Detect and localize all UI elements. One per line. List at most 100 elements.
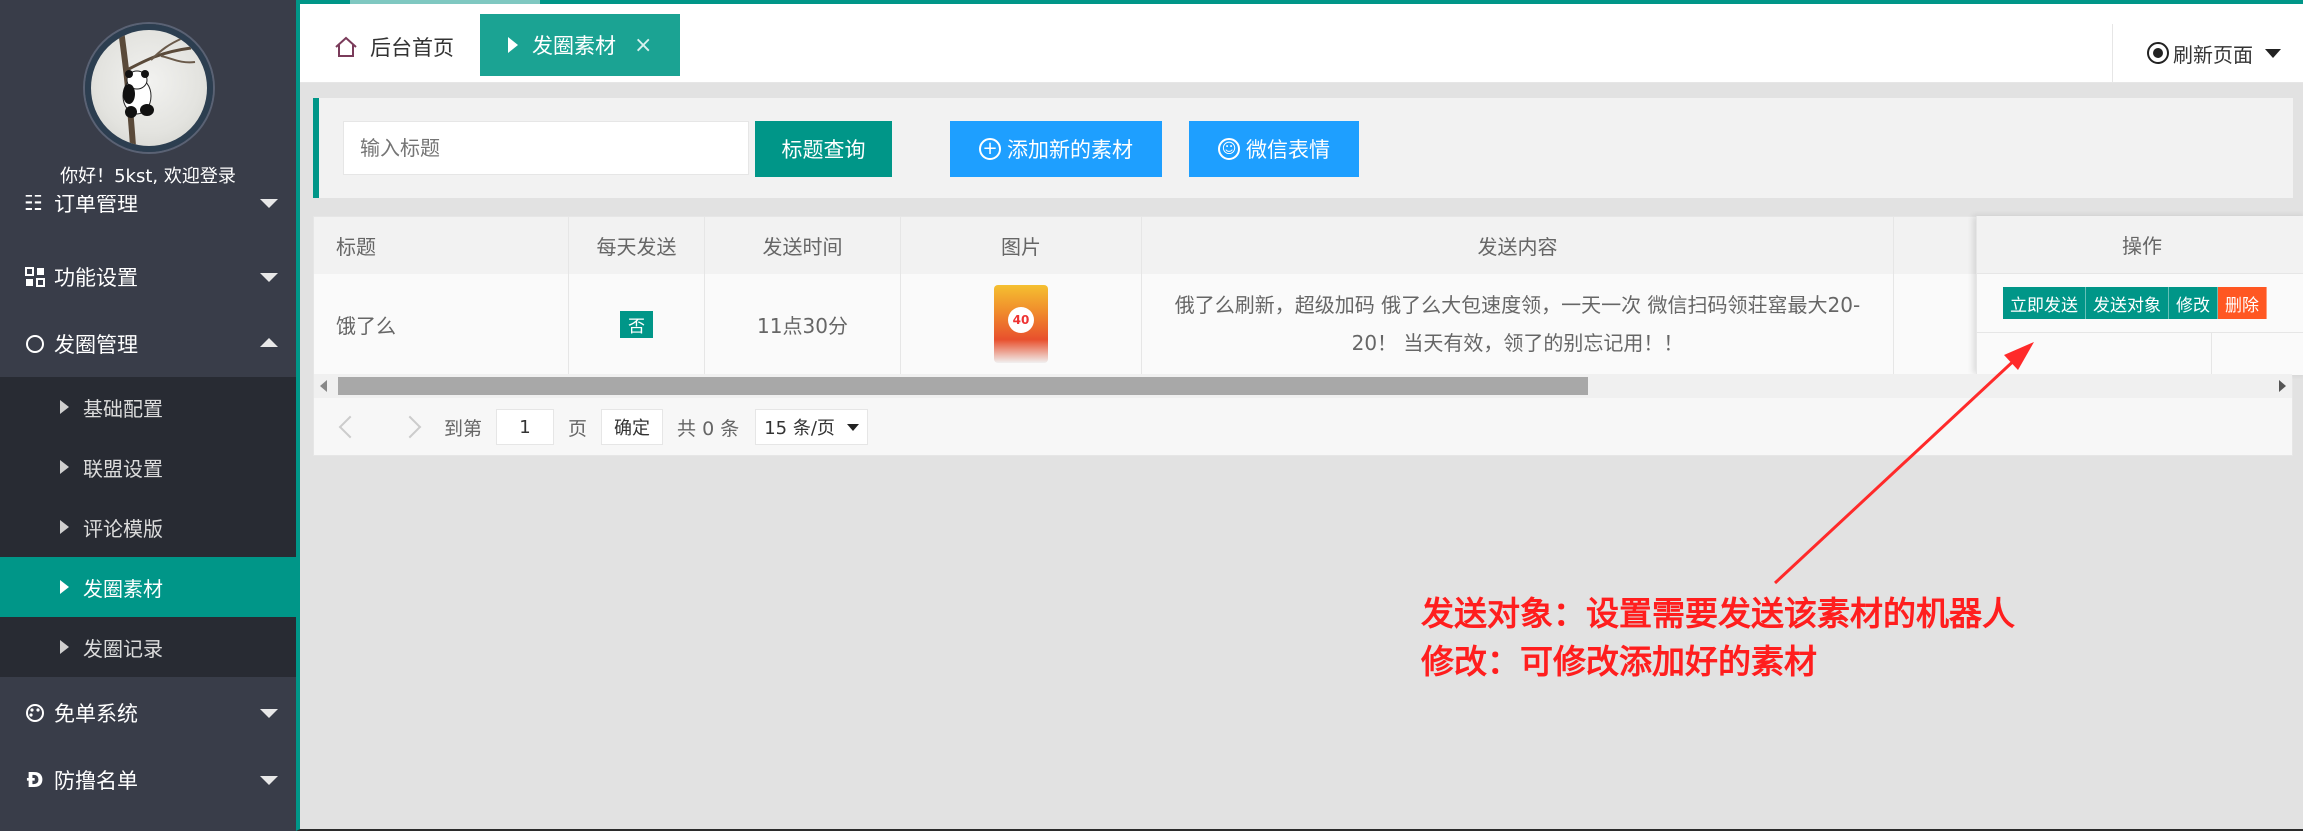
refresh-page-button[interactable]: 刷新页面: [2112, 24, 2303, 82]
wechat-emoji-label: 微信表情: [1246, 138, 1330, 162]
grid-icon: [24, 266, 46, 288]
sidebar-subitem-moments-material[interactable]: 发圈素材: [0, 557, 296, 617]
cell-time: 11点30分: [705, 274, 901, 374]
welcome-text: 你好！5kst, 欢迎登录: [60, 166, 236, 187]
circle-icon: [24, 333, 46, 355]
delete-button[interactable]: 删除: [2218, 287, 2267, 319]
chevron-down-icon: [260, 709, 278, 718]
tab-moments-material[interactable]: 发圈素材 ×: [480, 14, 680, 76]
cell-image: 40: [901, 274, 1142, 374]
sidebar-item-label: 订单管理: [54, 195, 138, 216]
sidebar-item-moments-management[interactable]: 发圈管理: [0, 310, 296, 377]
scrollbar-thumb[interactable]: [338, 377, 1588, 395]
add-material-button[interactable]: + 添加新的素材: [950, 121, 1162, 177]
sidebar-subitem-basic-config[interactable]: 基础配置: [0, 377, 296, 437]
caret-right-icon: [60, 580, 69, 594]
tab-home[interactable]: 后台首页: [334, 32, 454, 62]
smile-icon: ☺: [1218, 138, 1240, 160]
wechat-emoji-button[interactable]: ☺ 微信表情: [1189, 121, 1359, 177]
fixed-actions-column: 操作 立即发送 发送对象 修改 删除: [1976, 216, 2303, 375]
actions-cell-filler: [1977, 332, 2303, 375]
chevron-down-icon: [2265, 48, 2281, 58]
caret-right-icon: [60, 460, 69, 474]
prev-page-icon[interactable]: [338, 415, 362, 439]
caret-right-icon: [508, 37, 518, 53]
sidebar-subitem-label: 评论模版: [83, 516, 163, 541]
sidebar-submenu: 基础配置 联盟设置 评论模版 发圈素材 发圈记录: [0, 377, 296, 677]
chevron-down-icon: [260, 273, 278, 282]
sidebar: ☷ 订单管理 你好！5kst, 欢迎登录 功能设置 发圈管理 基础配置 联盟设置…: [0, 0, 296, 831]
page-confirm-button[interactable]: 确定: [601, 409, 664, 445]
horizontal-scrollbar[interactable]: [314, 374, 2292, 398]
add-material-label: 添加新的素材: [1007, 138, 1133, 162]
caret-right-icon: [60, 520, 69, 534]
actions-cell: 立即发送 发送对象 修改 删除: [1977, 274, 2303, 332]
col-header-title: 标题: [314, 217, 569, 274]
sidebar-item-label: 防撸名单: [54, 768, 138, 793]
sidebar-item-label: 发圈管理: [54, 332, 138, 357]
material-thumbnail[interactable]: 40: [994, 285, 1048, 363]
main-content: 后台首页 发圈素材 × 刷新页面 标题查询 + 添加新的素材 ☺ 微信表情 标题…: [296, 0, 2303, 831]
material-table: 标题 每天发送 发送时间 图片 发送内容 饿了么 否 11点30分 40 俄了么…: [313, 216, 2303, 456]
avatar[interactable]: [85, 24, 213, 152]
cell-daily: 否: [569, 274, 705, 374]
plus-circle-icon: +: [979, 138, 1001, 160]
chevron-up-icon: [260, 338, 278, 347]
sidebar-subitem-label: 发圈记录: [83, 636, 163, 661]
chevron-down-icon: [846, 423, 859, 431]
home-icon: [335, 36, 357, 57]
col-header-content: 发送内容: [1142, 217, 1894, 274]
total-count: 共 0 条: [677, 417, 740, 440]
scroll-right-icon[interactable]: [2279, 380, 2286, 392]
send-now-button[interactable]: 立即发送: [2003, 287, 2086, 319]
sidebar-subitem-label: 联盟设置: [83, 456, 163, 481]
tab-bar: 后台首页 发圈素材 × 刷新页面: [300, 4, 2303, 83]
col-header-image: 图片: [901, 217, 1142, 274]
edit-button[interactable]: 修改: [2169, 287, 2218, 319]
user-profile: 你好！5kst, 欢迎登录: [0, 0, 296, 195]
strikethrough-d-icon: Đ: [26, 767, 44, 792]
panda-tree-avatar-image: [118, 30, 196, 146]
sidebar-subitem-moments-records[interactable]: 发圈记录: [0, 617, 296, 677]
col-header-daily: 每天发送: [569, 217, 705, 274]
sidebar-subitem-label: 发圈素材: [83, 576, 163, 601]
status-badge: 否: [620, 310, 653, 338]
sidebar-subitem-label: 基础配置: [83, 396, 163, 421]
sidebar-subitem-comment-template[interactable]: 评论模版: [0, 497, 296, 557]
annotation-line-1: 发送对象：设置需要发送该素材的机器人: [1421, 594, 2015, 633]
tab-label: 发圈素材: [532, 34, 616, 58]
page-number-input[interactable]: [496, 409, 555, 445]
cell-content: 俄了么刷新，超级加码 俄了么大包速度领，一天一次 微信扫码领荘窰最大20-20！…: [1142, 274, 1894, 374]
col-header-time: 发送时间: [705, 217, 901, 274]
page-size-value: 15 条/页: [764, 418, 835, 439]
scroll-left-icon[interactable]: [320, 380, 327, 392]
cell-title: 饿了么: [314, 274, 569, 374]
col-header-actions: 操作: [1977, 216, 2303, 274]
list-icon: ☷: [24, 195, 43, 215]
chevron-down-icon: [260, 776, 278, 785]
next-page-icon[interactable]: [398, 415, 422, 439]
caret-right-icon: [60, 400, 69, 414]
tab-home-label: 后台首页: [370, 36, 454, 60]
chevron-down-icon: [260, 199, 278, 208]
send-target-button[interactable]: 发送对象: [2086, 287, 2169, 319]
page-unit-label: 页: [568, 417, 588, 440]
caret-right-icon: [60, 640, 69, 654]
sidebar-item-order-partial[interactable]: ☷ 订单管理: [0, 195, 296, 230]
sidebar-item-function-settings[interactable]: 功能设置: [0, 243, 296, 310]
sidebar-item-label: 免单系统: [54, 701, 138, 726]
radio-dot-icon: [2147, 42, 2169, 64]
title-search-input[interactable]: [343, 121, 749, 175]
palette-icon: [24, 702, 46, 724]
search-panel: 标题查询 + 添加新的素材 ☺ 微信表情: [313, 98, 2293, 198]
goto-label: 到第: [444, 417, 483, 440]
close-icon[interactable]: ×: [634, 33, 652, 58]
page-size-select[interactable]: 15 条/页: [755, 409, 868, 445]
title-query-button[interactable]: 标题查询: [755, 121, 892, 177]
refresh-label: 刷新页面: [2173, 42, 2253, 67]
sidebar-item-label: 功能设置: [54, 265, 138, 290]
annotation-line-2: 修改：可修改添加好的素材: [1421, 642, 1817, 681]
sidebar-item-free-order-system[interactable]: 免单系统: [0, 679, 296, 746]
sidebar-subitem-alliance-settings[interactable]: 联盟设置: [0, 437, 296, 497]
sidebar-item-anti-abuse-list[interactable]: Đ 防撸名单: [0, 746, 296, 813]
